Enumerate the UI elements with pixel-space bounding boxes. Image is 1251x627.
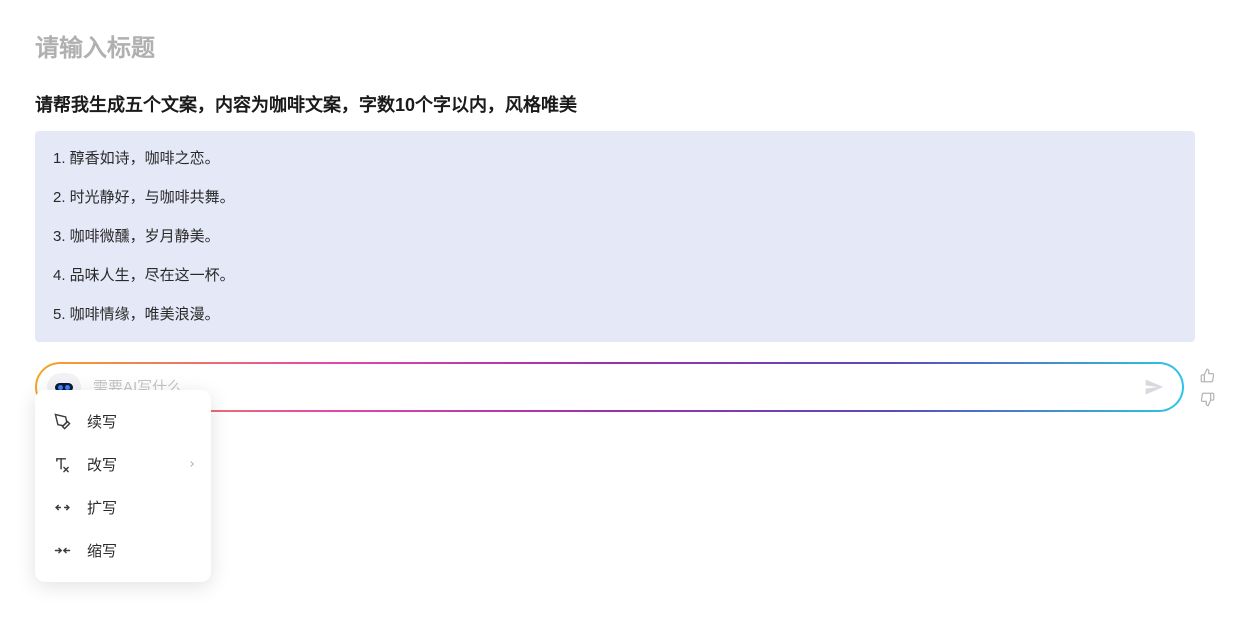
menu-item-label: 续写 [87,411,117,432]
menu-item-label: 扩写 [87,497,117,518]
response-item: 1. 醇香如诗，咖啡之恋。 [53,145,1177,172]
response-item: 5. 咖啡情缘，唯美浪漫。 [53,301,1177,328]
rewrite-icon [53,456,71,474]
response-item: 3. 咖啡微醺，岁月静美。 [53,223,1177,250]
thumbs-up-button[interactable] [1198,366,1216,384]
menu-item-rewrite[interactable]: 改写 [35,443,211,486]
menu-item-shrink[interactable]: 缩写 [35,529,211,572]
expand-icon [53,499,71,517]
menu-item-expand[interactable]: 扩写 [35,486,211,529]
send-icon [1144,377,1164,397]
send-button[interactable] [1142,375,1166,399]
document-title-placeholder[interactable]: 请输入标题 [35,28,1195,63]
ai-response-box: 1. 醇香如诗，咖啡之恋。 2. 时光静好，与咖啡共舞。 3. 咖啡微醺，岁月静… [35,131,1195,342]
menu-item-label: 缩写 [87,540,117,561]
user-prompt: 请帮我生成五个文案，内容为咖啡文案，字数10个字以内，风格唯美 [35,91,1195,117]
menu-item-continue[interactable]: 续写 [35,400,211,443]
response-item: 2. 时光静好，与咖啡共舞。 [53,184,1177,211]
response-item: 4. 品味人生，尽在这一杯。 [53,262,1177,289]
continue-write-icon [53,413,71,431]
thumbs-down-button[interactable] [1198,390,1216,408]
chevron-right-icon [187,456,197,474]
thumbs-down-icon [1200,392,1215,407]
thumbs-up-icon [1200,368,1215,383]
ai-prompt-input[interactable] [93,379,1130,396]
shrink-icon [53,542,71,560]
ai-action-menu: 续写 改写 扩写 [35,390,211,582]
menu-item-label: 改写 [87,454,117,475]
